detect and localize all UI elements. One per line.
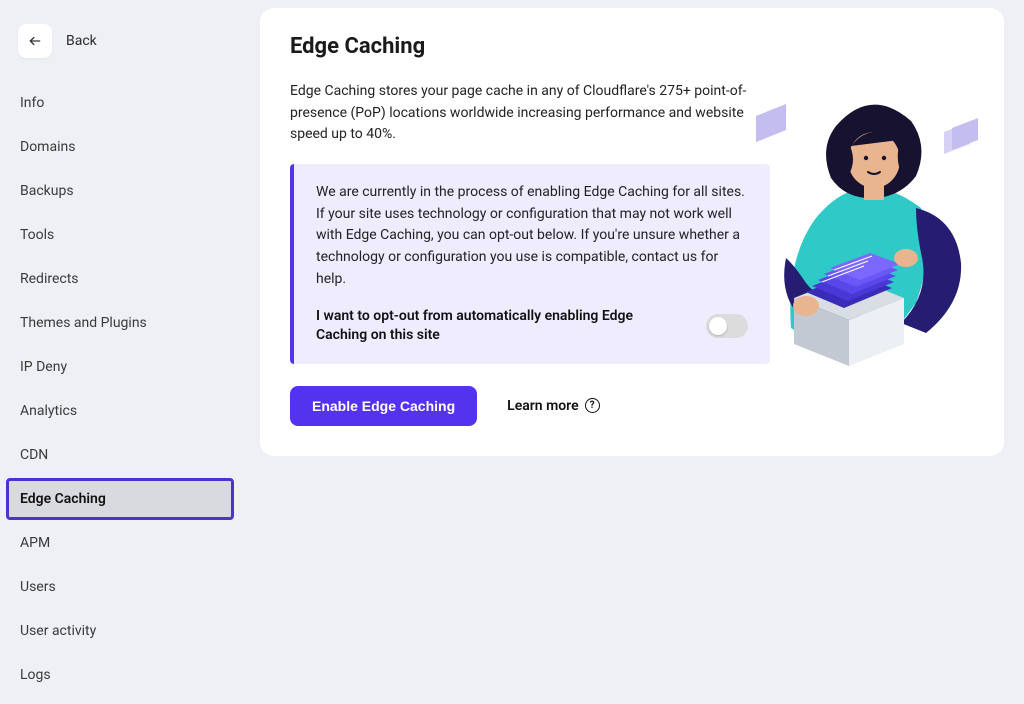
sidebar-item-redirects[interactable]: Redirects [6, 258, 234, 300]
sidebar-item-analytics[interactable]: Analytics [6, 390, 234, 432]
sidebar-item-themes-plugins[interactable]: Themes and Plugins [6, 302, 234, 344]
sidebar-item-domains[interactable]: Domains [6, 126, 234, 168]
arrow-left-icon [28, 34, 42, 48]
opt-out-label: I want to opt-out from automatically ena… [316, 307, 686, 346]
sidebar-item-edge-caching[interactable]: Edge Caching [6, 478, 234, 520]
notice-text: We are currently in the process of enabl… [316, 182, 748, 290]
learn-more-link[interactable]: Learn more ? [507, 398, 599, 414]
back-button[interactable] [18, 24, 52, 58]
illustration-person-files [756, 98, 986, 368]
notice-box: We are currently in the process of enabl… [290, 164, 770, 364]
sidebar-item-users[interactable]: Users [6, 566, 234, 608]
sidebar-item-cdn[interactable]: CDN [6, 434, 234, 476]
back-label: Back [66, 33, 97, 49]
opt-out-toggle[interactable] [706, 314, 748, 338]
sidebar-item-tools[interactable]: Tools [6, 214, 234, 256]
learn-more-label: Learn more [507, 398, 578, 414]
sidebar-item-logs[interactable]: Logs [6, 654, 234, 696]
page-description: Edge Caching stores your page cache in a… [290, 81, 770, 146]
sidebar-item-ip-deny[interactable]: IP Deny [6, 346, 234, 388]
enable-edge-caching-button[interactable]: Enable Edge Caching [290, 386, 477, 426]
help-icon: ? [585, 398, 600, 413]
main-panel: Edge Caching Edge Caching stores your pa… [240, 0, 1024, 704]
sidebar-item-apm[interactable]: APM [6, 522, 234, 564]
sidebar-item-backups[interactable]: Backups [6, 170, 234, 212]
sidebar-nav: Info Domains Backups Tools Redirects The… [6, 82, 234, 698]
edge-caching-card: Edge Caching Edge Caching stores your pa… [260, 8, 1004, 456]
sidebar-item-user-activity[interactable]: User activity [6, 610, 234, 652]
page-title: Edge Caching [290, 34, 974, 59]
sidebar: Back Info Domains Backups Tools Redirect… [0, 0, 240, 704]
sidebar-item-info[interactable]: Info [6, 82, 234, 124]
